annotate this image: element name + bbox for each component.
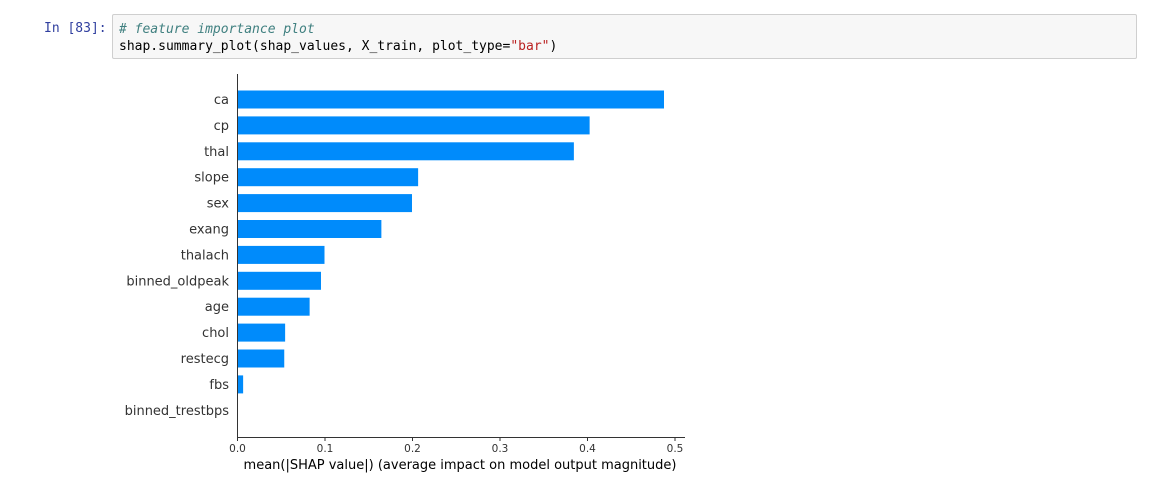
category-label-cp: cp [214, 119, 229, 134]
bar-ca [237, 90, 664, 109]
category-labels-group: ca cp thal slope sex exang thalach binned_oldpe… [125, 93, 230, 419]
code-string-literal: "bar" [510, 39, 550, 54]
category-label-chol: chol [202, 326, 229, 341]
bar-sex [237, 194, 412, 213]
category-label-age: age [205, 300, 229, 315]
bar-chol [237, 323, 286, 342]
code-call: shap.summary_plot(shap_values, X_train, … [119, 39, 511, 54]
bar-age [237, 297, 310, 316]
category-label-slope: slope [194, 171, 229, 186]
x-tick-label: 0.0 [229, 443, 246, 455]
cell-prompt: In [83]: [44, 21, 107, 36]
code-close-paren: ) [549, 39, 558, 54]
bar-thalach [237, 245, 325, 264]
code-comment: # feature importance plot [119, 22, 315, 37]
bar-exang [237, 220, 382, 238]
bar-binned_oldpeak [237, 271, 321, 290]
category-label-exang: exang [189, 223, 229, 238]
bar-thal [237, 142, 574, 161]
x-tick-label: 0.1 [317, 443, 334, 455]
category-label-ca: ca [214, 93, 229, 108]
category-label-binned_trestbps: binned_trestbps [125, 404, 230, 419]
shap-bar-chart: ca cp thal slope sex exang thalach binned_oldpe… [125, 74, 685, 473]
category-label-fbs: fbs [209, 378, 229, 393]
category-label-sex: sex [207, 197, 230, 212]
x-tick-label: 0.5 [667, 443, 684, 455]
x-tick-label: 0.4 [579, 443, 596, 455]
bar-restecg [237, 349, 285, 368]
x-tick-label: 0.3 [492, 443, 509, 455]
x-axis-group: 0.0 0.1 0.2 0.3 0.4 0.5 [229, 437, 685, 455]
code-cell-input[interactable]: # feature importance plot shap.summary_p… [112, 14, 1137, 59]
x-tick-label: 0.2 [404, 443, 421, 455]
code-statement: shap.summary_plot(shap_values, X_train, … [119, 38, 1130, 55]
category-label-thal: thal [204, 145, 229, 160]
bar-cp [237, 116, 590, 135]
category-label-thalach: thalach [181, 248, 229, 263]
category-label-restecg: restecg [181, 352, 229, 367]
bars-group [237, 90, 664, 394]
x-axis-label: mean(|SHAP value|) (average impact on mo… [244, 458, 677, 473]
category-label-binned_oldpeak: binned_oldpeak [126, 274, 229, 289]
bar-slope [237, 168, 419, 187]
